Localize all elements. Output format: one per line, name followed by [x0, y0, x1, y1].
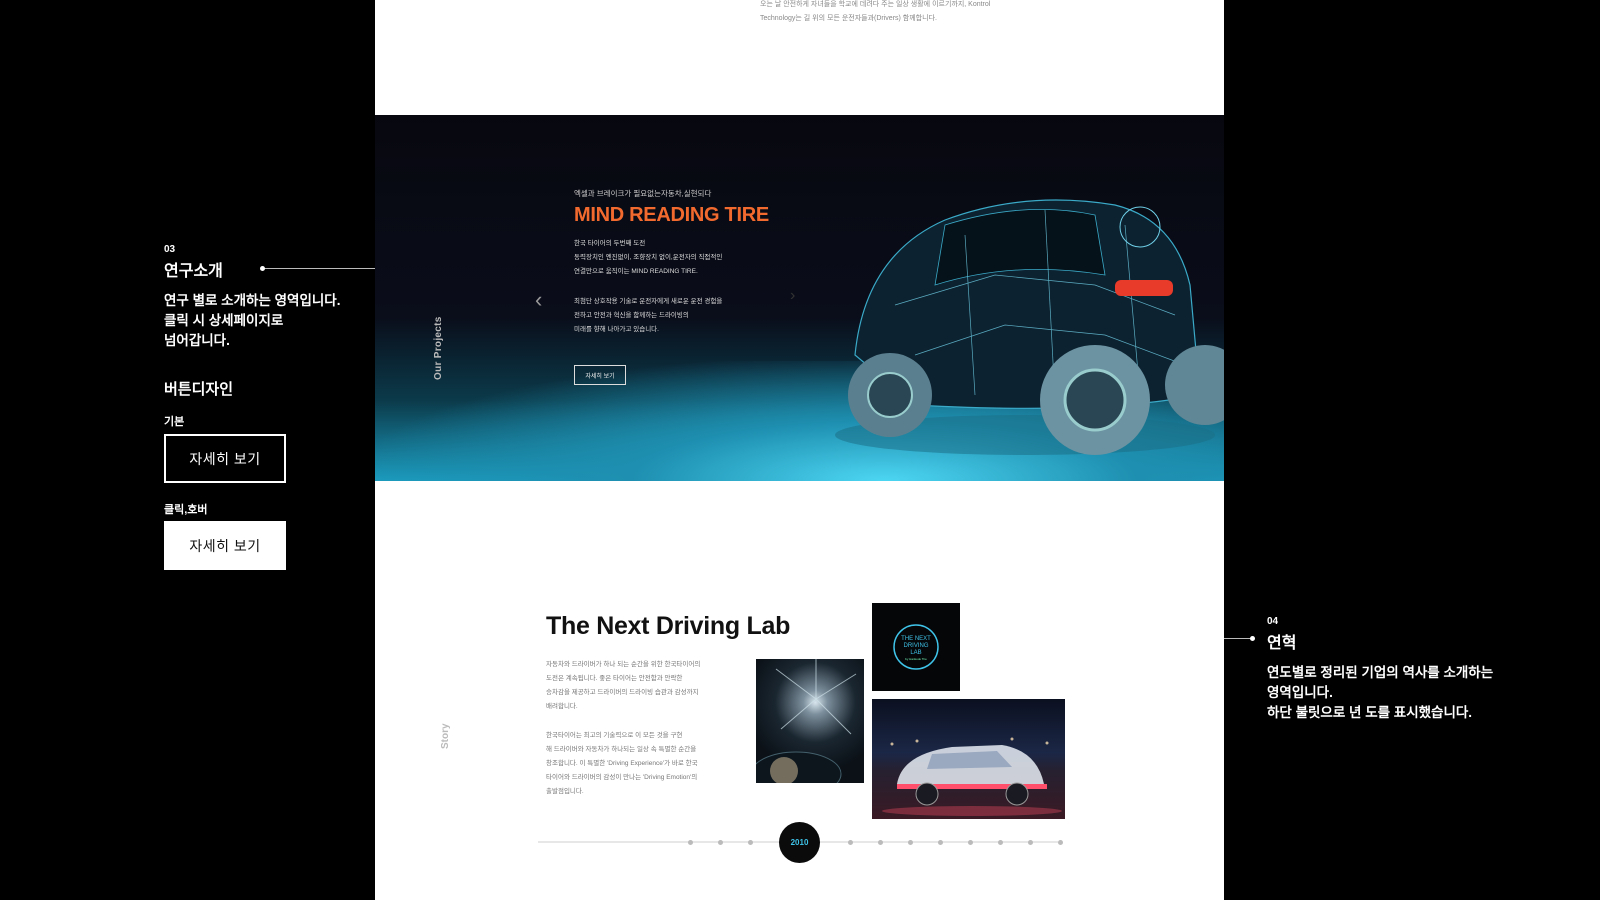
projects-hero: Our Projects ‹ › 엑셀과 브레이크가 필요없는자동차,실현되다 …	[375, 115, 1224, 481]
photo-concept-car-night	[872, 699, 1065, 819]
demo-hover-button[interactable]: 자세히 보기	[164, 521, 286, 570]
slider-prev-arrow-icon[interactable]: ‹	[535, 287, 542, 313]
project-body-2: 최첨단 상호작용 기술로 운전자에게 새로운 운전 경험을 전하고 안전과 혁신…	[574, 298, 723, 333]
wheel	[848, 353, 932, 437]
website-preview: 오는 날 안전하게 자녀들을 학교에 데려다 주는 일상 생활에 이르기까지, …	[375, 0, 1224, 900]
intro-text: 오는 날 안전하게 자녀들을 학교에 데려다 주는 일상 생활에 이르기까지, …	[760, 1, 991, 22]
timeline-bullet[interactable]	[938, 840, 943, 845]
annotation-title: 연구소개	[164, 263, 223, 280]
car-image	[835, 199, 1224, 455]
timeline-bullet[interactable]	[998, 840, 1003, 845]
timeline-bullet[interactable]	[878, 840, 883, 845]
timeline-bullet[interactable]	[1028, 840, 1033, 845]
logo-text-line1: THE NEXT	[901, 636, 931, 642]
demo-basic-button[interactable]: 자세히 보기	[164, 434, 286, 483]
timeline-bullet[interactable]	[848, 840, 853, 845]
wheel	[1040, 345, 1150, 455]
logo-text-line2: DRIVING	[903, 643, 928, 649]
projects-section-title: Our Projects	[433, 316, 444, 380]
timeline-bullet[interactable]	[968, 840, 973, 845]
button-hover-label: 클릭,호버	[164, 504, 208, 516]
annotation-number: 04	[1267, 616, 1279, 627]
timeline-bullet[interactable]	[1058, 840, 1063, 845]
annotation-description: 연구 별로 소개하는 영역입니다. 클릭 시 상세페이지로 넘어갑니다.	[164, 293, 341, 348]
story-title: The Next Driving Lab	[546, 612, 791, 640]
project-eyebrow: 엑셀과 브레이크가 필요없는자동차,실현되다	[574, 189, 712, 198]
next-driving-lab-logo: THE NEXT DRIVING LAB by Hankook Tire	[872, 603, 960, 691]
annotation-leader-dot	[260, 266, 265, 271]
photo-tire-closeup	[756, 659, 864, 783]
logo-text-small: by Hankook Tire	[905, 657, 927, 661]
annotation-leader-line	[263, 268, 375, 269]
annotation-leader-line	[1224, 638, 1252, 639]
story-section-title: Story	[440, 723, 451, 749]
story-paragraph-2: 한국타이어는 최고의 기술력으로 이 모든 것을 구현 해 드라이버와 자동차가…	[546, 732, 698, 795]
timeline-bullet[interactable]	[908, 840, 913, 845]
button-basic-label: 기본	[164, 416, 185, 428]
project-more-button[interactable]: 자세히 보기	[574, 365, 626, 385]
annotation-leader-dot	[1250, 636, 1255, 641]
annotation-history: 04 연혁 연도별로 정리된 기업의 역사를 소개하는 영역입니다. 하단 불릿…	[1267, 616, 1493, 723]
logo-text-line3: LAB	[910, 650, 921, 656]
project-headline: MIND READING TIRE	[574, 204, 769, 226]
timeline-bullet[interactable]	[718, 840, 723, 845]
annotation-research: 03 연구소개 연구 별로 소개하는 영역입니다. 클릭 시 상세페이지로 넘어…	[164, 244, 340, 351]
annotation-number: 03	[164, 244, 176, 255]
timeline-bullet[interactable]	[748, 840, 753, 845]
timeline-bullet[interactable]	[688, 840, 693, 845]
annotation-title: 연혁	[1267, 635, 1297, 652]
project-body-1: 한국 타이어의 두번째 도전 동력장치인 엔진없이, 조향장치 없이,운전자의 …	[574, 240, 723, 275]
annotation-description: 연도별로 정리된 기업의 역사를 소개하는 영역입니다. 하단 불릿으로 년 도…	[1267, 665, 1494, 720]
timeline-active-year[interactable]: 2010	[779, 822, 820, 863]
story-paragraph-1: 자동차와 드라이버가 하나 되는 순간을 위한 한국타이어의 도전은 계속됩니다…	[546, 661, 701, 710]
button-design-title: 버튼디자인	[164, 381, 234, 398]
